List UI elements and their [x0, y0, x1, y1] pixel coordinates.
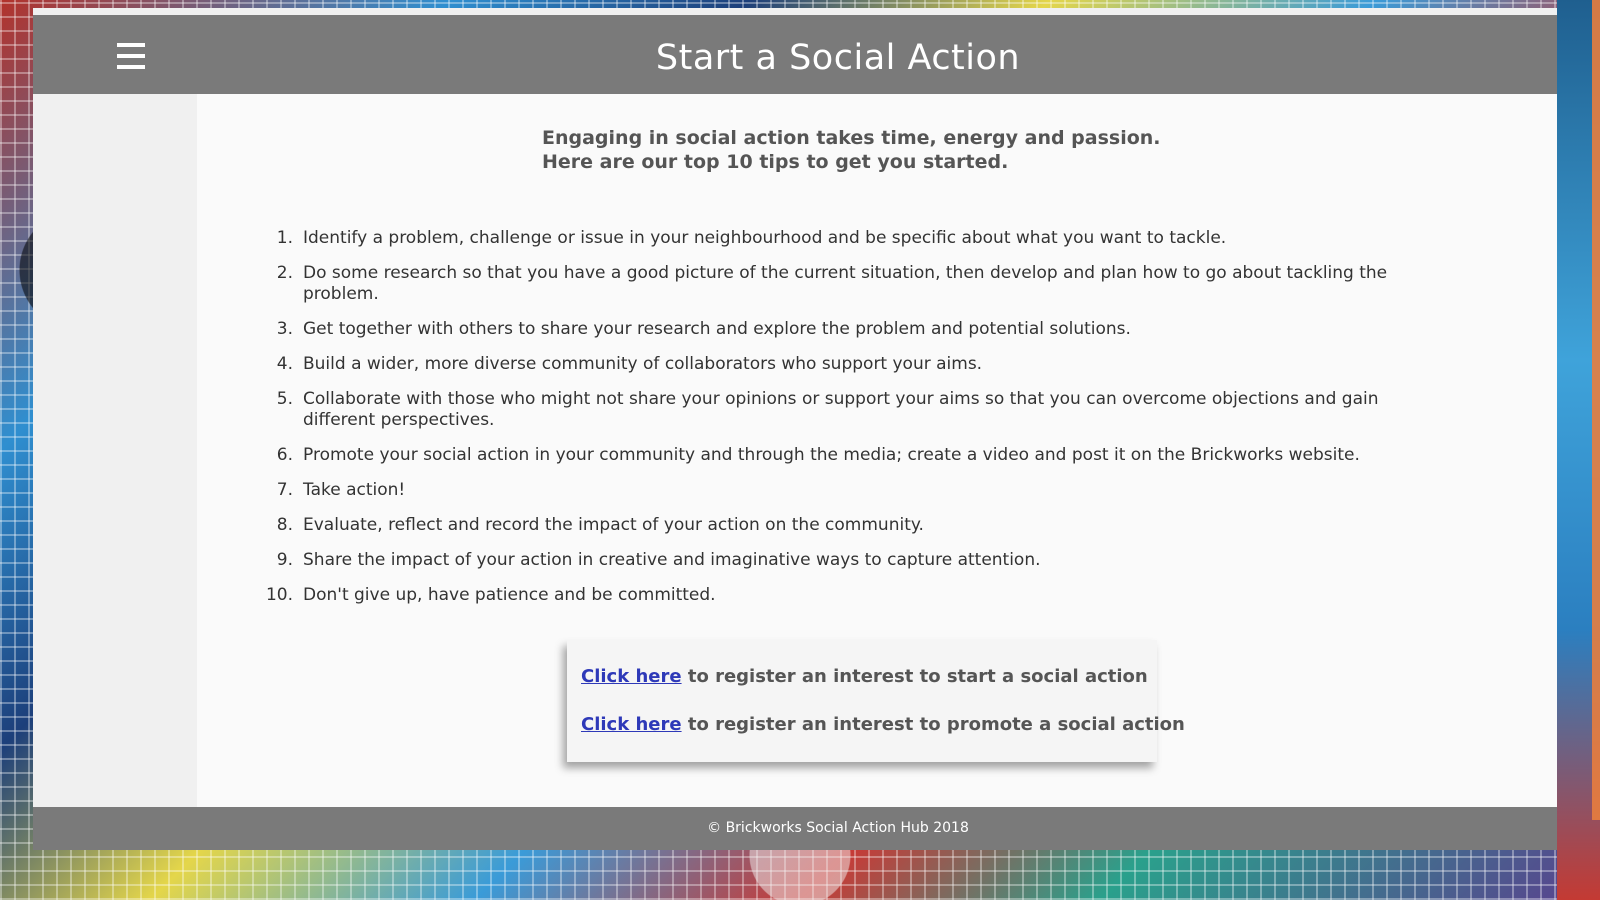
intro-line-1: Engaging in social action takes time, en… [542, 127, 1161, 149]
tip-text: Take action! [303, 480, 406, 500]
intro-text: Engaging in social action takes time, en… [542, 126, 1302, 174]
site-header: Start a Social Action [33, 15, 1557, 94]
tip-item: 9. Share the impact of your action in cre… [263, 550, 1423, 571]
page-scrollbar[interactable] [1592, 0, 1600, 820]
tip-text: Share the impact of your action in creat… [303, 550, 1041, 570]
tip-number: 7. [276, 480, 293, 500]
tip-number: 8. [276, 515, 293, 535]
site-footer: © Brickworks Social Action Hub 2018 [33, 807, 1557, 850]
promote-action-cta-text: to register an interest to promote a soc… [681, 714, 1185, 735]
tip-text: Build a wider, more diverse community of… [303, 354, 983, 374]
tip-text: Don't give up, have patience and be comm… [303, 585, 716, 605]
tip-item: 7. Take action! [263, 480, 1423, 501]
tip-item: 4. Build a wider, more diverse community … [263, 354, 1423, 375]
tip-number: 1. [276, 228, 293, 248]
page-title: Start a Social Action [655, 38, 1021, 78]
start-action-link[interactable]: Click here [581, 666, 682, 687]
start-action-cta: Click here to register an interest to st… [581, 666, 1148, 687]
tip-text: Identify a problem, challenge or issue i… [303, 228, 1227, 248]
tip-text: Evaluate, reflect and record the impact … [303, 515, 924, 535]
start-action-cta-text: to register an interest to start a socia… [681, 666, 1148, 687]
tip-number: 9. [276, 550, 293, 570]
main-content: Engaging in social action takes time, en… [197, 94, 1557, 807]
page-container: Start a Social Action Engaging in social… [33, 8, 1557, 850]
promote-action-link[interactable]: Click here [581, 714, 682, 735]
sidebar [35, 99, 196, 802]
tip-number: 2. [276, 263, 293, 283]
tip-item: 5. Collaborate with those who might not s… [263, 389, 1423, 431]
intro-line-2: Here are our top 10 tips to get you star… [542, 151, 1009, 173]
register-interest-box: Click here to register an interest to st… [567, 640, 1185, 762]
tip-number: 10. [265, 585, 293, 605]
copyright-text: © Brickworks Social Action Hub 2018 [707, 820, 969, 836]
tips-list: 1. Identify a problem, challenge or issue… [263, 228, 1423, 620]
tip-item: 8. Evaluate, reflect and record the impac… [263, 515, 1423, 536]
tip-item: 6. Promote your social action in your com… [263, 445, 1423, 466]
tip-number: 4. [276, 354, 293, 374]
tip-text: Do some research so that you have a good… [303, 263, 1388, 304]
tip-number: 6. [276, 445, 293, 465]
tip-item: 2. Do some research so that you have a go… [263, 263, 1423, 305]
tip-number: 3. [276, 319, 293, 339]
tip-text: Collaborate with those who might not sha… [303, 389, 1379, 430]
tip-text: Promote your social action in your commu… [303, 445, 1360, 465]
tip-number: 5. [276, 389, 293, 409]
promote-action-cta: Click here to register an interest to pr… [581, 714, 1185, 735]
tip-text: Get together with others to share your r… [303, 319, 1131, 339]
tip-item: 3. Get together with others to share your… [263, 319, 1423, 340]
tip-item: 10. Don't give up, have patience and be c… [263, 585, 1423, 606]
tip-item: 1. Identify a problem, challenge or issue… [263, 228, 1423, 249]
